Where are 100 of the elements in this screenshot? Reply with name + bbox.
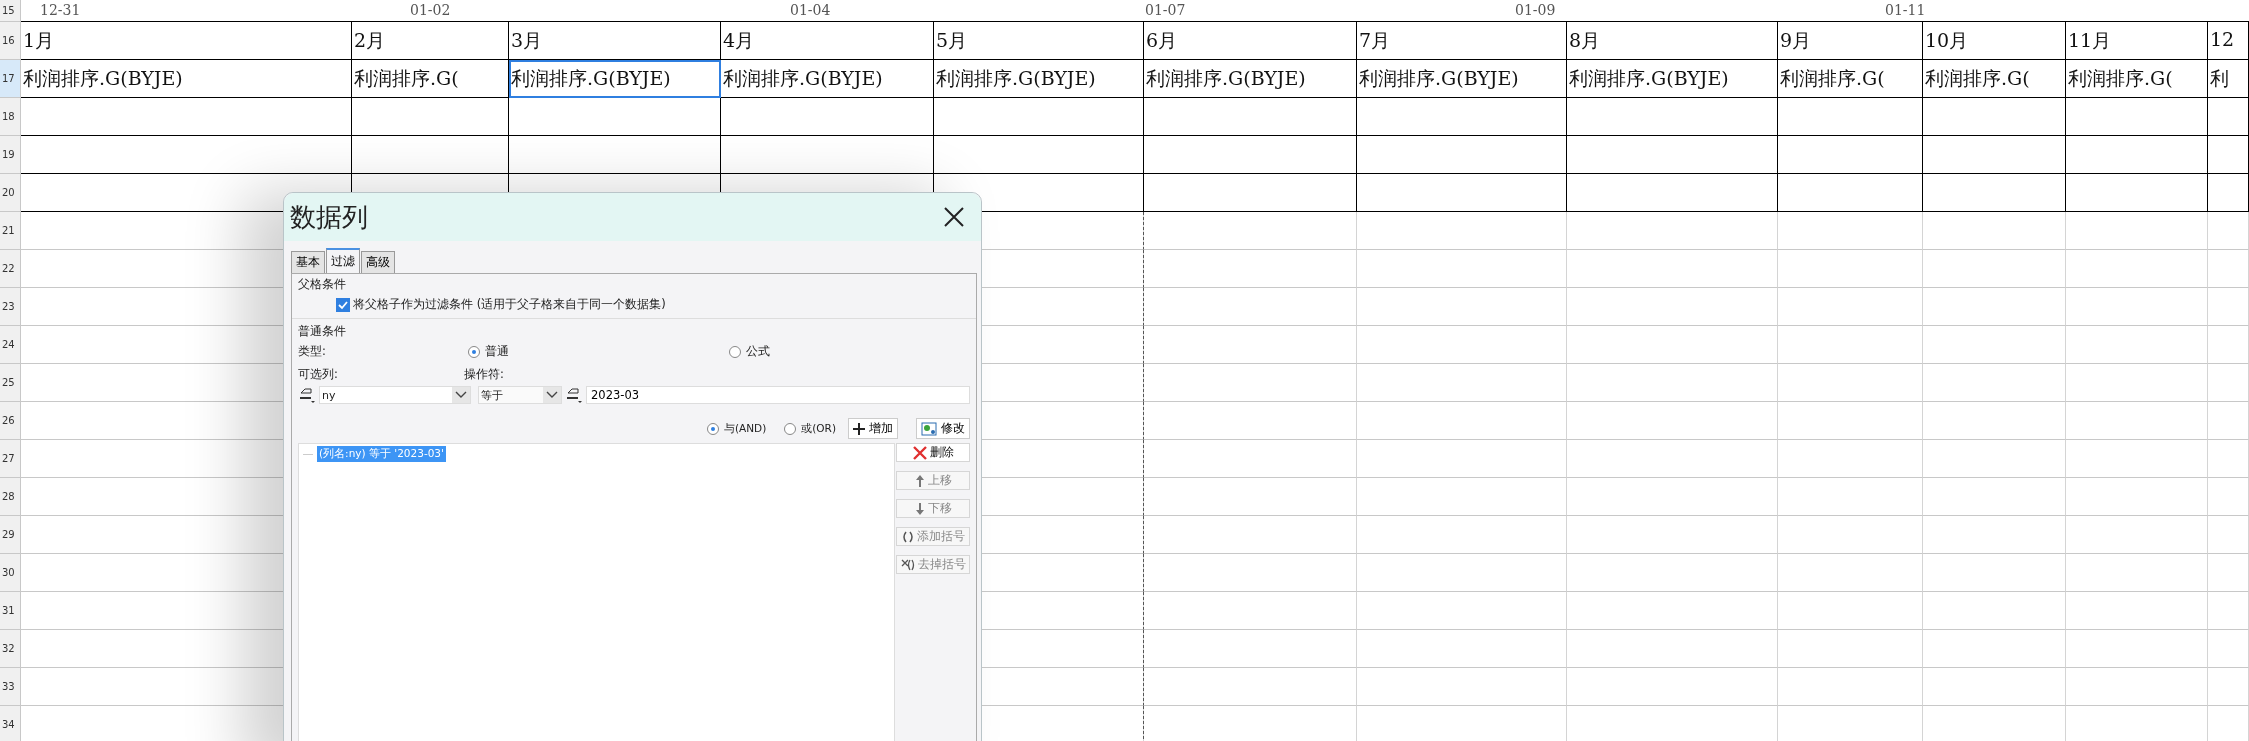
table-cell: 利润排序.G(BYJE) [21, 60, 352, 98]
value-field[interactable]: 2023-03 [586, 386, 970, 404]
column-tick: 01-09 [1515, 2, 1556, 18]
radio-label: 普通 [485, 344, 509, 359]
checkbox[interactable] [336, 297, 350, 312]
table-cell: 利润排序.G( [1778, 60, 1923, 98]
modify-button[interactable]: 修改 [916, 418, 970, 439]
row-number: 15 [0, 0, 21, 22]
table-cell: 7月 [1357, 22, 1567, 60]
radio-button[interactable] [468, 345, 480, 358]
radio-button[interactable] [706, 422, 719, 435]
row-number: 16 [0, 22, 21, 60]
chevron-down-icon[interactable] [546, 391, 558, 399]
row-number: 17 [0, 60, 21, 98]
row-number: 33 [0, 668, 21, 706]
group-title: 父格条件 [298, 276, 347, 293]
row-number: 27 [0, 440, 21, 478]
column-tick: 01-04 [790, 2, 831, 18]
radio-label: 公式 [746, 344, 770, 359]
row-number: 22 [0, 250, 21, 288]
radio-label: 或(OR) [801, 421, 836, 436]
table-cell: 利润排序.G( [2066, 60, 2208, 98]
table-cell: 1月 [21, 22, 352, 60]
tab[interactable]: 过滤 [326, 248, 360, 273]
row-number: 19 [0, 136, 21, 174]
table-cell: 利润排序.G(BYJE) [1357, 60, 1567, 98]
row-number: 23 [0, 288, 21, 326]
abc-icon[interactable] [298, 386, 316, 404]
table-cell: 4月 [721, 22, 934, 60]
table-cell [2208, 516, 2249, 554]
row-number: 20 [0, 174, 21, 212]
row-number: 34 [0, 706, 21, 741]
field-label: 类型: [298, 344, 327, 359]
remove-brackets-icon [900, 558, 915, 571]
table-cell [2208, 174, 2249, 212]
row-number: 32 [0, 630, 21, 668]
table-cell [2208, 402, 2249, 440]
arrow-up-icon [914, 473, 925, 488]
table-cell: 利润排序.G( [352, 60, 509, 98]
close-icon[interactable] [943, 206, 965, 228]
table-cell [2208, 440, 2249, 478]
row-number: 21 [0, 212, 21, 250]
abc-icon[interactable] [565, 386, 583, 404]
table-cell: 利润排序.G(BYJE) [1567, 60, 1778, 98]
table-cell: 5月 [934, 22, 1144, 60]
column-tick: 01-02 [410, 2, 451, 18]
table-cell [2208, 98, 2249, 136]
arrow-down-icon [914, 501, 925, 516]
plus-icon [853, 422, 865, 435]
chevron-down-icon[interactable] [455, 391, 467, 399]
table-cell [2208, 364, 2249, 402]
tab[interactable]: 基本 [291, 251, 325, 273]
table-cell [2208, 288, 2249, 326]
table-cell: 10月 [1923, 22, 2066, 60]
table-cell: 8月 [1567, 22, 1778, 60]
table-cell: 利润排序.G(BYJE) [721, 60, 934, 98]
operator-dropdown[interactable]: 等于 [478, 386, 562, 404]
table-cell [2208, 592, 2249, 630]
table-cell: 利润排序.G(BYJE) [509, 60, 721, 98]
column-tick: 12-31 [40, 2, 81, 18]
group-title: 普通条件 [298, 323, 347, 340]
brackets-icon [901, 530, 914, 543]
column-dropdown[interactable]: ny [319, 386, 471, 404]
row-number: 24 [0, 326, 21, 364]
table-cell: 6月 [1144, 22, 1357, 60]
column-tick: 01-07 [1145, 2, 1186, 18]
radio-button[interactable] [784, 422, 797, 435]
table-cell [2208, 668, 2249, 706]
dialog-title: 数据列 [290, 200, 368, 234]
table-cell: 2月 [352, 22, 509, 60]
table-cell: 12 [2208, 22, 2249, 60]
row-number: 26 [0, 402, 21, 440]
table-cell: 9月 [1778, 22, 1923, 60]
table-cell: 利 [2208, 60, 2249, 98]
field-label: 可选列: [298, 367, 339, 382]
table-cell: 11月 [2066, 22, 2208, 60]
table-cell [2208, 326, 2249, 364]
row-number: 31 [0, 592, 21, 630]
row-number: 30 [0, 554, 21, 592]
close-icon [912, 445, 927, 460]
radio-label: 与(AND) [723, 421, 767, 436]
row-number: 29 [0, 516, 21, 554]
table-cell [2208, 554, 2249, 592]
column-tick: 01-11 [1885, 2, 1926, 18]
table-cell: 3月 [509, 22, 721, 60]
row-number: 28 [0, 478, 21, 516]
table-cell [2208, 136, 2249, 174]
delete-button[interactable]: 删除 [896, 443, 970, 462]
checkbox-label: 将父格子作为过滤条件 (适用于父子格来自于同一个数据集) [353, 297, 666, 312]
table-cell [2208, 478, 2249, 516]
add-button[interactable]: 增加 [848, 418, 898, 439]
edit-icon [921, 421, 937, 436]
row-number: 25 [0, 364, 21, 402]
row-number: 18 [0, 98, 21, 136]
tab[interactable]: 高级 [361, 251, 395, 273]
table-cell: 利润排序.G(BYJE) [1144, 60, 1357, 98]
table-cell [2208, 630, 2249, 668]
table-cell: 利润排序.G(BYJE) [934, 60, 1144, 98]
radio-button[interactable] [729, 345, 741, 358]
table-cell [2208, 250, 2249, 288]
